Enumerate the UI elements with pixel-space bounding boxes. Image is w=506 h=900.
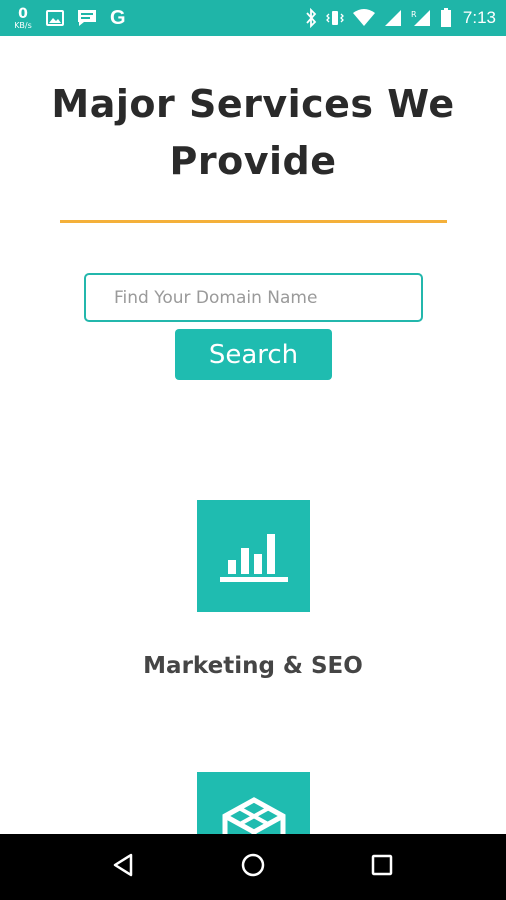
- status-clock: 7:13: [462, 8, 496, 27]
- page-content: Major Services We Provide Search Marketi…: [0, 36, 506, 834]
- back-button[interactable]: [104, 847, 144, 887]
- home-button[interactable]: [233, 847, 273, 887]
- status-bar-right: R 7:13: [305, 8, 496, 28]
- page-title: Major Services We Provide: [51, 82, 455, 183]
- signal-roaming-icon: R: [411, 9, 431, 27]
- service-label-marketing: Marketing & SEO: [143, 653, 363, 679]
- search-button[interactable]: Search: [175, 329, 332, 380]
- back-icon: [111, 852, 137, 882]
- status-bar: 0 KB/s G R 7:13: [0, 0, 506, 36]
- network-speed-unit: KB/s: [14, 20, 32, 30]
- cube-icon: [219, 796, 289, 834]
- domain-search-input[interactable]: [84, 273, 423, 322]
- vibrate-icon: [325, 9, 344, 27]
- home-icon: [240, 852, 266, 882]
- google-icon: G: [110, 6, 126, 29]
- message-icon: [76, 8, 98, 28]
- recents-button[interactable]: [362, 847, 402, 887]
- service-tile-marketing[interactable]: [197, 500, 310, 612]
- service-tile-design[interactable]: [197, 772, 310, 834]
- title-divider: [60, 220, 447, 223]
- status-bar-left: 0 KB/s G: [12, 7, 305, 30]
- network-speed: 0 KB/s: [12, 7, 34, 30]
- svg-text:R: R: [411, 10, 417, 19]
- bluetooth-icon: [305, 8, 317, 28]
- signal-icon: [384, 9, 402, 27]
- image-icon: [46, 10, 64, 26]
- bar-chart-icon: [218, 524, 290, 588]
- network-speed-value: 0: [18, 5, 28, 22]
- battery-icon: [440, 8, 452, 28]
- wifi-icon: [352, 9, 375, 27]
- recents-icon: [370, 853, 394, 881]
- navigation-bar: [0, 834, 506, 900]
